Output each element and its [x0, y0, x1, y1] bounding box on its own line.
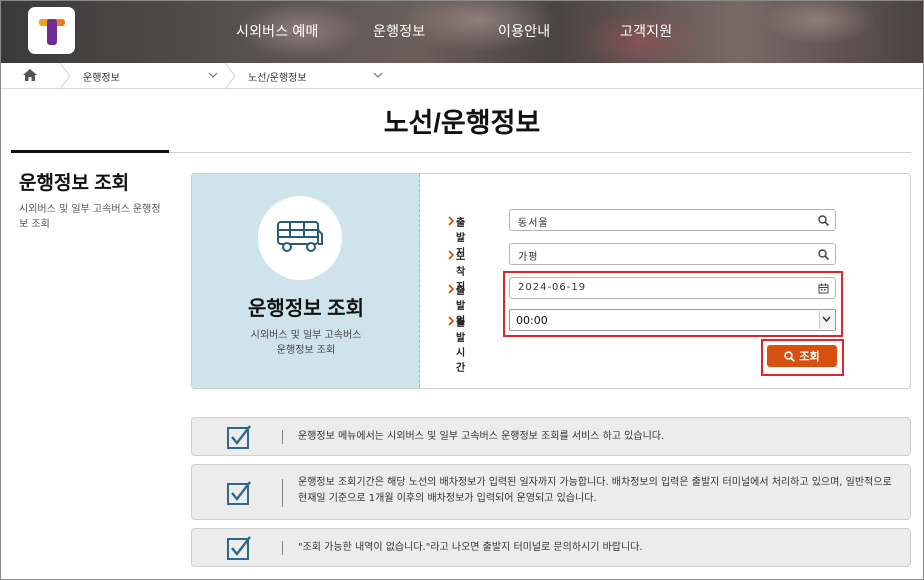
breadcrumb-separator-icon	[59, 63, 71, 89]
search-button-label: 조회	[799, 351, 820, 363]
notice-text-line1: 운행정보 조회기간은 해당 노선의 배차정보가 입력된 일자까지 가능합니다. …	[298, 477, 892, 488]
header-banner-image	[0, 0, 924, 63]
bus-icon	[277, 221, 323, 252]
card-desc-line1: 시외버스 및 일부 고속버스	[250, 330, 362, 341]
checkbox-checked-icon	[227, 481, 251, 505]
card-title: 운행정보 조회	[248, 298, 364, 320]
nav-item-usage-guide[interactable]: 이용안내	[498, 21, 550, 41]
notice-divider	[282, 541, 283, 555]
breadcrumb-item-route-info[interactable]: 노선/운행정보	[248, 69, 307, 84]
chevron-down-icon	[822, 316, 831, 323]
notice-divider	[282, 430, 283, 444]
time-select[interactable]: 00:00	[509, 309, 836, 331]
sidebar-title: 운행정보 조회	[19, 173, 130, 194]
title-divider-accent	[11, 150, 169, 153]
search-button[interactable]: 조회	[767, 345, 837, 367]
notice-text-line2: 현재일 기준으로 1개월 이후의 배차정보가 입력되어 운영되고 있습니다.	[298, 493, 597, 504]
card-desc-line2: 운행정보 조회	[276, 345, 336, 356]
date-value: 2024-06-19	[518, 282, 587, 293]
tmoney-logo[interactable]	[28, 7, 75, 54]
arrival-input[interactable]: 가평	[509, 243, 836, 265]
notice-box: 운행정보 조회기간은 해당 노선의 배차정보가 입력된 일자까지 가능합니다. …	[191, 464, 911, 520]
chevron-down-icon[interactable]	[373, 70, 383, 80]
page-title: 노선/운행정보	[383, 108, 541, 138]
notice-box: "조회 가능한 내역이 없습니다."라고 나오면 출발지 터미널로 문의하시기 …	[191, 528, 911, 567]
arrow-right-icon	[448, 216, 454, 226]
time-label: 출발시간	[456, 318, 466, 374]
arrow-right-icon	[448, 316, 454, 326]
card-description: 시외버스 및 일부 고속버스 운행정보 조회	[192, 328, 420, 358]
home-icon[interactable]	[22, 68, 38, 82]
search-icon[interactable]	[818, 249, 829, 260]
breadcrumb-separator-icon	[224, 63, 236, 89]
bus-icon-circle	[258, 196, 342, 280]
notice-box: 운행정보 메뉴에서는 시외버스 및 일부 고속버스 운행정보 조회를 서비스 하…	[191, 417, 911, 456]
search-card: 운행정보 조회 시외버스 및 일부 고속버스 운행정보 조회 출발지 동서울 도…	[191, 173, 911, 389]
top-header: 시외버스 예매 운행정보 이용안내 고객지원	[0, 0, 924, 63]
search-icon[interactable]	[818, 215, 829, 226]
logo-t-icon	[37, 16, 67, 46]
breadcrumb-item-operation-info[interactable]: 운행정보	[83, 69, 120, 84]
notice-text: 운행정보 메뉴에서는 시외버스 및 일부 고속버스 운행정보 조회를 서비스 하…	[298, 431, 665, 442]
notice-divider	[282, 479, 283, 507]
time-value: 00:00	[516, 314, 548, 327]
notice-text: 운행정보 조회기간은 해당 노선의 배차정보가 입력된 일자까지 가능합니다. …	[298, 475, 892, 507]
breadcrumb: 운행정보 노선/운행정보	[0, 63, 924, 89]
arrival-value: 가평	[518, 252, 539, 263]
nav-item-operation-info[interactable]: 운행정보	[373, 21, 425, 41]
checkbox-checked-icon	[227, 425, 251, 449]
notice-text: "조회 가능한 내역이 없습니다."라고 나오면 출발지 터미널로 문의하시기 …	[298, 542, 643, 553]
nav-item-customer-support[interactable]: 고객지원	[620, 21, 672, 41]
arrow-right-icon	[448, 250, 454, 260]
departure-input[interactable]: 동서울	[509, 209, 836, 231]
calendar-icon[interactable]	[818, 283, 829, 294]
arrow-right-icon	[448, 284, 454, 294]
nav-item-intercity-reservation[interactable]: 시외버스 예매	[236, 21, 319, 41]
departure-value: 동서울	[518, 218, 549, 229]
chevron-down-icon[interactable]	[208, 70, 218, 80]
card-info-panel: 운행정보 조회 시외버스 및 일부 고속버스 운행정보 조회	[192, 174, 420, 388]
date-input[interactable]: 2024-06-19	[509, 277, 836, 299]
time-dropdown-button[interactable]	[819, 311, 834, 329]
sidebar-description: 시외버스 및 일부 고속버스 운행정보 조회	[19, 204, 161, 230]
search-icon	[784, 350, 796, 362]
checkbox-checked-icon	[227, 536, 251, 560]
